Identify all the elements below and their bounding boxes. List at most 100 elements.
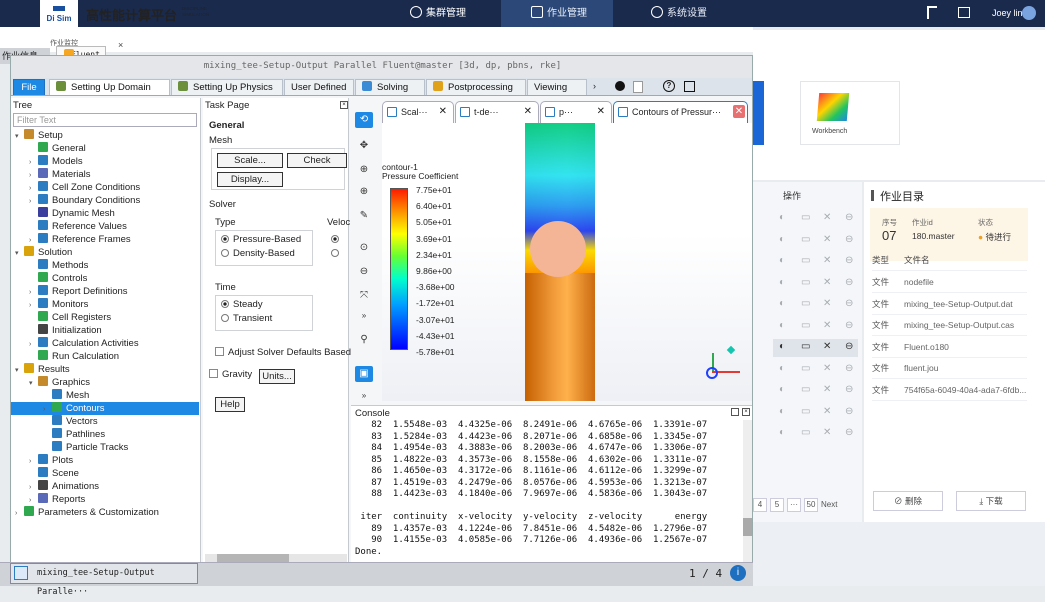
zoom-out-icon[interactable]: ⊖ [355, 264, 373, 280]
tree-item[interactable]: Particle Tracks [11, 441, 199, 454]
more-icon[interactable]: ⊖ [845, 406, 853, 417]
graphics-window[interactable]: contour-1 Pressure Coefficient 7.75e+01 6.… [382, 123, 752, 401]
radio-velocity-1[interactable] [331, 234, 343, 245]
task-page-hscroll-thumb[interactable] [217, 554, 289, 562]
tree-expander-icon[interactable]: ▾ [15, 130, 24, 143]
edit-icon[interactable]: ▭ [801, 234, 810, 245]
probe-icon[interactable]: ✎ [355, 208, 373, 224]
tree-item[interactable]: ▾ Graphics [11, 376, 199, 389]
tree-item[interactable]: General [11, 142, 199, 155]
tree-item[interactable]: Scene [11, 467, 199, 480]
more-icon[interactable]: ⊖ [845, 298, 853, 309]
close-icon[interactable]: × [118, 40, 123, 50]
graphics-tab-p[interactable]: p··· ✕ [540, 101, 612, 123]
file-name[interactable]: nodefile [904, 277, 934, 287]
close-icon[interactable]: ✕ [823, 384, 831, 395]
help-icon[interactable]: ? [663, 80, 675, 92]
ribbon-search-box[interactable] [633, 81, 643, 93]
more-icon[interactable]: ⊖ [845, 320, 853, 331]
avatar[interactable] [1022, 6, 1036, 20]
ribbon-tab-viewing[interactable]: Viewing [527, 79, 587, 95]
units-button[interactable]: Units... [259, 369, 295, 384]
tree-item[interactable]: › Monitors [11, 298, 199, 311]
tree-item[interactable]: Dynamic Mesh [11, 207, 199, 220]
file-row[interactable]: 文件 754f65a-6049-40a4-ada7-6fdb... [872, 380, 1027, 401]
tree-item[interactable]: › Calculation Activities [11, 337, 199, 350]
file-row[interactable]: 文件 mixing_tee-Setup-Output.dat [872, 294, 1027, 315]
close-icon[interactable]: ✕ [823, 427, 831, 438]
radio-pressure-based[interactable]: Pressure-Based [221, 234, 301, 245]
pan-icon[interactable]: ✥ [355, 138, 373, 154]
graphics-tab-contours-of-pressure[interactable]: Contours of Pressur··· ✕ [613, 101, 748, 123]
check-button[interactable]: Check [287, 153, 347, 168]
tree-item[interactable]: › Parameters & Customization [11, 506, 199, 519]
more-icon[interactable]: ⊖ [845, 427, 853, 438]
tree-item[interactable]: Methods [11, 259, 199, 272]
view-icon[interactable]: ◐ [779, 320, 785, 331]
box-view-icon[interactable]: ▣ [355, 366, 373, 382]
download-button[interactable]: ⤓ 下载 [956, 491, 1026, 511]
view-orientation-icon[interactable]: ⚲ [355, 332, 373, 348]
tree-expander-icon[interactable]: ▾ [29, 377, 38, 390]
tree-item[interactable]: ▾ Setup [11, 129, 199, 142]
edit-icon[interactable]: ▭ [801, 406, 810, 417]
mail-icon[interactable] [958, 7, 970, 18]
ribbon-tab-setting-up-physics[interactable]: Setting Up Physics [171, 79, 283, 95]
tree-item[interactable]: › Materials [11, 168, 199, 181]
info-icon[interactable]: i [730, 565, 746, 581]
file-row[interactable]: 文件 fluent.jou [872, 358, 1027, 380]
view-icon[interactable]: ◐ [779, 212, 785, 223]
view-icon[interactable]: ◐ [779, 298, 785, 309]
view-icon[interactable]: ◐ [779, 341, 785, 352]
edit-icon[interactable]: ▭ [801, 320, 810, 331]
tree-item[interactable]: Mesh [11, 389, 199, 402]
edit-icon[interactable]: ▭ [801, 384, 810, 395]
graphics-tab-t-de[interactable]: t-de··· ✕ [455, 101, 539, 123]
tree-item[interactable]: › Models [11, 155, 199, 168]
edit-icon[interactable]: ▭ [801, 212, 810, 223]
edit-icon[interactable]: ▭ [801, 341, 810, 352]
file-name[interactable]: fluent.jou [904, 363, 939, 373]
more-icon[interactable]: ⊖ [845, 277, 853, 288]
radio-steady[interactable]: Steady [221, 299, 263, 310]
workbench-card[interactable] [800, 81, 900, 145]
edit-icon[interactable]: ▭ [801, 255, 810, 266]
tree-item[interactable]: › Contours [11, 402, 199, 415]
tree-item[interactable]: Cell Registers [11, 311, 199, 324]
nav-cluster-management[interactable]: 集群管理 [410, 0, 490, 27]
edit-icon[interactable]: ▭ [801, 277, 810, 288]
radio-density-based[interactable]: Density-Based [221, 248, 295, 259]
fit-icon[interactable]: ⊙ [355, 240, 373, 256]
more-icon[interactable]: ⊖ [845, 212, 853, 223]
layout-icon[interactable] [684, 81, 695, 92]
tree-item[interactable]: ▾ Results [11, 363, 199, 376]
axes-icon[interactable]: ⤧ [355, 288, 373, 304]
ribbon-tab-setting-up-domain[interactable]: Setting Up Domain [49, 79, 170, 95]
ribbon-overflow-chevron-icon[interactable]: › [593, 81, 596, 91]
user-name[interactable]: Joey lin [992, 8, 1023, 18]
file-row[interactable]: 文件 nodefile [872, 272, 1027, 293]
close-icon[interactable]: ✕ [597, 102, 605, 122]
pager-page[interactable]: 5 [770, 498, 784, 512]
pager-page[interactable]: 4 [753, 498, 767, 512]
tree-expander-icon[interactable]: ▾ [15, 364, 24, 377]
file-name[interactable]: 754f65a-6049-40a4-ada7-6fdb... [904, 385, 1026, 395]
ribbon-tab-file[interactable]: File [13, 79, 45, 95]
tree-item[interactable]: Vectors [11, 415, 199, 428]
file-name[interactable]: Fluent.o180 [904, 342, 949, 352]
tree-item[interactable]: › Report Definitions [11, 285, 199, 298]
more-chevron-icon-2[interactable]: » [355, 388, 373, 404]
view-icon[interactable]: ◐ [779, 363, 785, 374]
nav-job-management[interactable]: 作业管理 [501, 0, 613, 27]
display-button[interactable]: Display... [217, 172, 283, 187]
nav-system-settings[interactable]: 系统设置 [651, 0, 731, 27]
more-icon[interactable]: ⊖ [845, 384, 853, 395]
view-icon[interactable]: ◐ [779, 406, 785, 417]
ribbon-tab-user-defined[interactable]: User Defined [284, 79, 354, 95]
tree-filter-input[interactable]: Filter Text [13, 113, 197, 127]
file-name[interactable]: mixing_tee-Setup-Output.dat [904, 299, 1013, 309]
view-icon[interactable]: ◐ [779, 255, 785, 266]
more-icon[interactable]: ⊖ [845, 363, 853, 374]
console-vscroll-thumb[interactable] [743, 518, 752, 536]
close-icon[interactable]: ✕ [823, 298, 831, 309]
